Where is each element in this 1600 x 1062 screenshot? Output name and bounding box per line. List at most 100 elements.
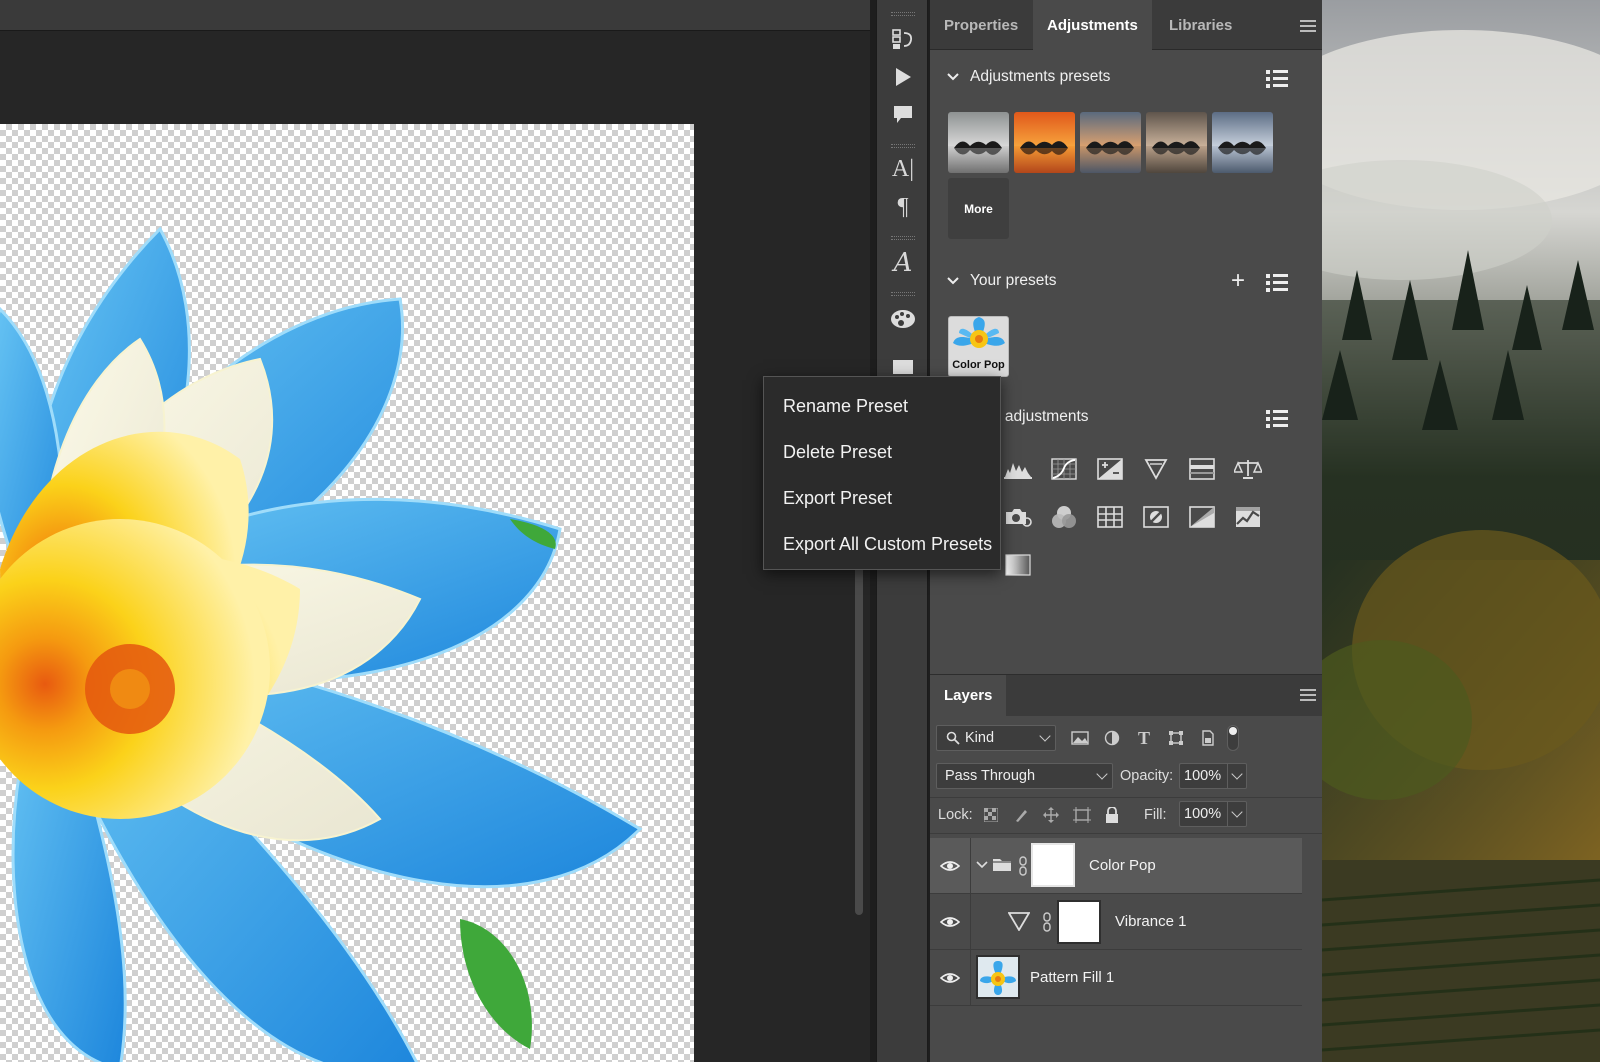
character-icon[interactable]: A| xyxy=(885,154,921,184)
lock-all-icon[interactable] xyxy=(1102,805,1122,825)
fill-input[interactable]: 100% xyxy=(1179,801,1227,827)
opacity-slider-toggle[interactable] xyxy=(1227,763,1247,789)
adjustments-presets-title: Adjustments presets xyxy=(970,68,1111,85)
glyphs-icon[interactable]: A xyxy=(885,248,921,278)
dock-grip[interactable] xyxy=(891,236,915,240)
list-view-icon[interactable] xyxy=(1266,273,1288,293)
menu-item-export-all-custom-presets[interactable]: Export All Custom Presets xyxy=(764,521,1000,567)
swatches-palette-icon[interactable] xyxy=(885,304,921,334)
your-presets-header[interactable]: Your presets xyxy=(946,272,1056,290)
lock-position-icon[interactable] xyxy=(1041,805,1061,825)
exposure-icon[interactable] xyxy=(1095,456,1125,482)
tab-properties[interactable]: Properties xyxy=(930,0,1032,50)
list-view-icon[interactable] xyxy=(1266,69,1288,89)
color-lookup-icon[interactable] xyxy=(1095,504,1125,530)
blend-mode-select[interactable]: Pass Through xyxy=(936,763,1113,789)
menu-item-export-preset[interactable]: Export Preset xyxy=(764,475,1000,521)
lock-artboard-icon[interactable] xyxy=(1072,805,1092,825)
layers-tab-bar: Layers xyxy=(930,675,1322,716)
layer-name[interactable]: Vibrance 1 xyxy=(1115,913,1186,930)
filter-smart-objects-icon[interactable] xyxy=(1198,728,1218,748)
menu-item-rename-preset[interactable]: Rename Preset xyxy=(764,383,1000,429)
list-view-icon[interactable] xyxy=(1266,409,1288,429)
preset-context-menu: Rename Preset Delete Preset Export Prese… xyxy=(763,376,1001,570)
adjustments-presets-header[interactable]: Adjustments presets xyxy=(946,68,1110,86)
history-icon[interactable] xyxy=(885,24,921,54)
layer-row-group[interactable]: Color Pop xyxy=(930,838,1302,894)
layers-panel: Layers Kind T Pass Through Opacity: 100%… xyxy=(930,674,1322,1062)
filter-shape-layers-icon[interactable] xyxy=(1166,728,1186,748)
vibrance-icon xyxy=(1008,912,1030,931)
chevron-down-icon[interactable] xyxy=(976,860,988,870)
layer-row-pattern-fill[interactable]: Pattern Fill 1 xyxy=(930,950,1302,1006)
chevron-down-icon xyxy=(1096,768,1108,780)
layer-name[interactable]: Pattern Fill 1 xyxy=(1030,969,1114,986)
chevron-down-icon xyxy=(947,73,959,81)
layer-filter-kind-select[interactable]: Kind xyxy=(936,725,1056,751)
mask-link-icon[interactable] xyxy=(1018,856,1028,876)
hue-saturation-icon[interactable] xyxy=(1187,456,1217,482)
layer-mask-thumbnail[interactable] xyxy=(1057,900,1101,944)
menu-item-delete-preset[interactable]: Delete Preset xyxy=(764,429,1000,475)
preset-thumbnail[interactable] xyxy=(1146,112,1207,173)
layer-row-adjustment[interactable]: Vibrance 1 xyxy=(930,894,1302,950)
vibrance-icon[interactable] xyxy=(1141,456,1171,482)
preset-thumbnail[interactable] xyxy=(1212,112,1273,173)
add-preset-icon[interactable]: + xyxy=(1231,269,1245,293)
more-presets-button[interactable]: More xyxy=(948,178,1009,239)
single-adjustments-title: e adjustments xyxy=(992,408,1089,425)
opacity-input[interactable]: 100% xyxy=(1179,763,1227,789)
tab-adjustments[interactable]: Adjustments xyxy=(1033,0,1152,50)
divider xyxy=(930,797,1322,798)
lock-label: Lock: xyxy=(938,807,973,823)
paragraph-icon[interactable]: ¶ xyxy=(885,192,921,222)
filter-adjustment-layers-icon[interactable] xyxy=(1102,728,1122,748)
layer-thumbnail[interactable] xyxy=(976,955,1020,999)
dock-grip[interactable] xyxy=(891,144,915,148)
dock-grip[interactable] xyxy=(891,292,915,296)
your-presets-title: Your presets xyxy=(970,272,1057,289)
layer-mask-thumbnail[interactable] xyxy=(1031,843,1075,887)
channel-mixer-icon[interactable] xyxy=(1049,504,1079,530)
preset-color-pop[interactable]: Color Pop xyxy=(948,316,1009,377)
dock-grip[interactable] xyxy=(891,12,915,16)
vertical-scrollbar[interactable] xyxy=(855,560,863,915)
photo-filter-icon[interactable] xyxy=(1003,504,1033,530)
fill-slider-toggle[interactable] xyxy=(1227,801,1247,827)
filter-pixel-layers-icon[interactable] xyxy=(1070,728,1090,748)
visibility-eye-icon[interactable] xyxy=(940,968,960,988)
background-landscape-photo xyxy=(1322,0,1600,1062)
curves-icon[interactable] xyxy=(1049,456,1079,482)
preset-thumbnail[interactable] xyxy=(1080,112,1141,173)
fill-label: Fill: xyxy=(1144,807,1167,823)
lock-transparent-pixels-icon[interactable] xyxy=(981,805,1001,825)
opacity-label: Opacity: xyxy=(1120,768,1174,784)
folder-icon xyxy=(993,859,1011,871)
preset-thumbnail[interactable] xyxy=(1014,112,1075,173)
preset-thumbnail[interactable] xyxy=(948,112,1009,173)
threshold-icon[interactable] xyxy=(1233,504,1263,530)
preset-color-pop-label: Color Pop xyxy=(952,359,1005,371)
lock-image-pixels-icon[interactable] xyxy=(1012,805,1032,825)
blend-mode-value: Pass Through xyxy=(945,768,1036,784)
visibility-eye-icon[interactable] xyxy=(940,912,960,932)
color-balance-icon[interactable] xyxy=(1233,456,1263,482)
mask-link-icon[interactable] xyxy=(1042,912,1052,932)
gradient-map-icon[interactable] xyxy=(1003,552,1033,578)
divider xyxy=(930,833,1322,834)
posterize-icon[interactable] xyxy=(1187,504,1217,530)
levels-icon[interactable] xyxy=(1003,456,1033,482)
document-workspace[interactable] xyxy=(0,0,870,1062)
invert-icon[interactable] xyxy=(1141,504,1171,530)
panel-menu-icon[interactable] xyxy=(1300,20,1316,32)
actions-play-icon[interactable] xyxy=(885,62,921,92)
tab-libraries[interactable]: Libraries xyxy=(1155,0,1246,50)
filter-toggle-switch[interactable] xyxy=(1227,725,1239,751)
filter-type-layers-icon[interactable]: T xyxy=(1134,728,1154,748)
visibility-eye-icon[interactable] xyxy=(940,856,960,876)
layer-name[interactable]: Color Pop xyxy=(1089,857,1156,874)
document-canvas[interactable] xyxy=(0,124,694,1062)
layers-panel-menu-icon[interactable] xyxy=(1300,689,1316,701)
comments-icon[interactable] xyxy=(885,100,921,130)
tab-layers[interactable]: Layers xyxy=(930,675,1007,716)
